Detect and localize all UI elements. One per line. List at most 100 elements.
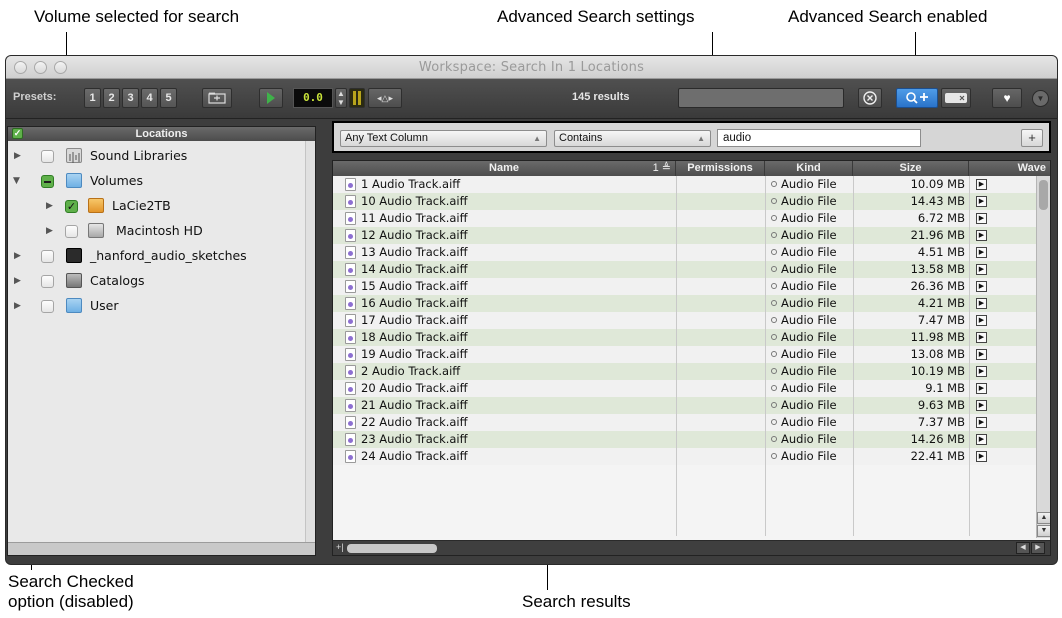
search-checked-checkbox[interactable]: ✓ [12,128,23,139]
quick-search-field[interactable] [678,88,844,108]
waveform-play-icon[interactable]: ▶ [976,451,987,462]
scroll-up-arrow-icon[interactable]: ▲ [1037,512,1050,524]
table-row[interactable]: 18 Audio Track.aiff Audio File 11.98 MB ▶ [333,329,1042,346]
location-catalogs[interactable]: ▶ Catalogs [8,270,306,292]
column-divider [676,176,677,536]
waveform-play-icon[interactable]: ▶ [976,247,987,258]
table-row[interactable]: 2 Audio Track.aiff Audio File 10.19 MB ▶ [333,363,1042,380]
scroll-left-edge-icon: +| [336,542,344,552]
table-row[interactable]: 10 Audio Track.aiff Audio File 14.43 MB ▶ [333,193,1042,210]
location-macintosh-hd[interactable]: ▶ Macintosh HD [8,220,306,242]
waveform-play-icon[interactable]: ▶ [976,281,987,292]
location-lacie2tb[interactable]: ▶ ✓ LaCie2TB [8,195,306,217]
result-name: 12 Audio Track.aiff [361,228,468,242]
waveform-play-icon[interactable]: ▶ [976,366,987,377]
vertical-scroll-thumb[interactable] [1039,180,1048,210]
preset-button-2[interactable]: 2 [103,88,120,108]
table-row[interactable]: 23 Audio Track.aiff Audio File 14.26 MB ▶ [333,431,1042,448]
preset-button-3[interactable]: 3 [122,88,139,108]
table-row[interactable]: 15 Audio Track.aiff Audio File 26.36 MB ▶ [333,278,1042,295]
disclosure-collapsed-icon[interactable]: ▶ [14,145,21,167]
location-checkbox[interactable] [41,275,54,288]
column-header-kind[interactable]: Kind [765,161,853,176]
waveform-play-icon[interactable]: ▶ [976,230,987,241]
preset-button-4[interactable]: 4 [141,88,158,108]
waveform-play-icon[interactable]: ▶ [976,315,987,326]
add-criteria-button[interactable]: + [1021,129,1043,147]
scroll-right-arrow-icon[interactable]: ▶ [1031,542,1045,554]
column-header-permissions[interactable]: Permissions [676,161,765,176]
locations-footer [8,542,315,555]
audio-file-icon [345,382,356,395]
table-row[interactable]: 21 Audio Track.aiff Audio File 9.63 MB ▶ [333,397,1042,414]
table-row[interactable]: 16 Audio Track.aiff Audio File 4.21 MB ▶ [333,295,1042,312]
view-toggle-button[interactable] [941,88,971,108]
table-row[interactable]: 12 Audio Track.aiff Audio File 21.96 MB ▶ [333,227,1042,244]
folder-button[interactable] [202,88,232,108]
location-volumes[interactable]: ▼ Volumes [8,170,306,192]
column-header-size[interactable]: Size [853,161,969,176]
favorite-button[interactable]: ♥ [992,88,1022,108]
location-checkbox[interactable] [41,150,54,163]
window-menu-button[interactable]: ▼ [1032,90,1049,107]
location-checkbox[interactable] [41,250,54,263]
horizontal-scroll-thumb[interactable] [347,544,437,553]
waveform-play-icon[interactable]: ▶ [976,196,987,207]
advanced-search-button[interactable] [896,88,938,108]
disclosure-expanded-icon[interactable]: ▼ [13,170,20,192]
scroll-left-arrow-icon[interactable]: ◀ [1016,542,1030,554]
location-checkbox[interactable] [41,300,54,313]
kind-dot-icon [771,351,777,357]
locations-scrollbar[interactable] [305,141,315,544]
waveform-play-icon[interactable]: ▶ [976,298,987,309]
location-sound-libraries[interactable]: ▶ Sound Libraries [8,145,306,167]
table-row[interactable]: 17 Audio Track.aiff Audio File 7.47 MB ▶ [333,312,1042,329]
result-kind-label: Audio File [781,347,837,361]
preset-button-1[interactable]: 1 [84,88,101,108]
location-user[interactable]: ▶ User [8,295,306,317]
preset-button-5[interactable]: 5 [160,88,177,108]
table-row[interactable]: 19 Audio Track.aiff Audio File 13.08 MB ▶ [333,346,1042,363]
table-row[interactable]: 13 Audio Track.aiff Audio File 4.51 MB ▶ [333,244,1042,261]
waveform-play-icon[interactable]: ▶ [976,400,987,411]
preview-volume-readout[interactable]: 0.0 [293,88,333,108]
location-checkbox-checked[interactable]: ✓ [65,200,78,213]
table-row[interactable]: 1 Audio Track.aiff Audio File 10.09 MB ▶ [333,176,1042,193]
waveform-play-icon[interactable]: ▶ [976,264,987,275]
search-criteria-input[interactable]: audio [717,129,921,147]
preview-play-button[interactable] [259,88,283,108]
waveform-play-icon[interactable]: ▶ [976,417,987,428]
waveform-play-icon[interactable]: ▶ [976,213,987,224]
pitch-button[interactable]: ◂△▸ [368,88,402,108]
column-header-name[interactable]: Name 1 ≜ [333,161,676,176]
waveform-play-icon[interactable]: ▶ [976,179,987,190]
disclosure-collapsed-icon[interactable]: ▶ [46,195,53,217]
column-header-wave[interactable]: Wave [969,161,1050,176]
waveform-play-icon[interactable]: ▶ [976,332,987,343]
meter-button[interactable] [349,88,365,108]
hard-disk-icon [88,223,104,238]
disclosure-collapsed-icon[interactable]: ▶ [14,245,21,267]
location-checkbox[interactable] [65,225,78,238]
column-selector-dropdown[interactable]: Any Text Column ▲ [340,130,547,147]
volume-stepper[interactable]: ▲ ▼ [335,88,347,108]
disclosure-collapsed-icon[interactable]: ▶ [46,220,53,242]
waveform-play-icon[interactable]: ▶ [976,434,987,445]
waveform-play-icon[interactable]: ▶ [976,383,987,394]
disclosure-collapsed-icon[interactable]: ▶ [14,270,21,292]
results-horizontal-scrollbar[interactable]: +| ◀ ▶ [333,540,1050,555]
table-row[interactable]: 24 Audio Track.aiff Audio File 22.41 MB ▶ [333,448,1042,465]
table-row[interactable]: 20 Audio Track.aiff Audio File 9.1 MB ▶ [333,380,1042,397]
operator-selector-dropdown[interactable]: Contains ▲ [554,130,711,147]
disclosure-collapsed-icon[interactable]: ▶ [14,295,21,317]
clear-search-button[interactable] [858,88,882,108]
location-checkbox-mixed[interactable] [41,175,54,188]
table-row[interactable]: 14 Audio Track.aiff Audio File 13.58 MB ▶ [333,261,1042,278]
waveform-play-icon[interactable]: ▶ [976,349,987,360]
table-row[interactable]: 22 Audio Track.aiff Audio File 7.37 MB ▶ [333,414,1042,431]
result-name: 23 Audio Track.aiff [361,432,468,446]
location-hanford-audio-sketches[interactable]: ▶ _hanford_audio_sketches [8,245,306,267]
table-row[interactable]: 11 Audio Track.aiff Audio File 6.72 MB ▶ [333,210,1042,227]
scroll-down-arrow-icon[interactable]: ▼ [1037,525,1050,537]
results-vertical-scrollbar[interactable]: ▲ ▼ [1036,176,1050,538]
